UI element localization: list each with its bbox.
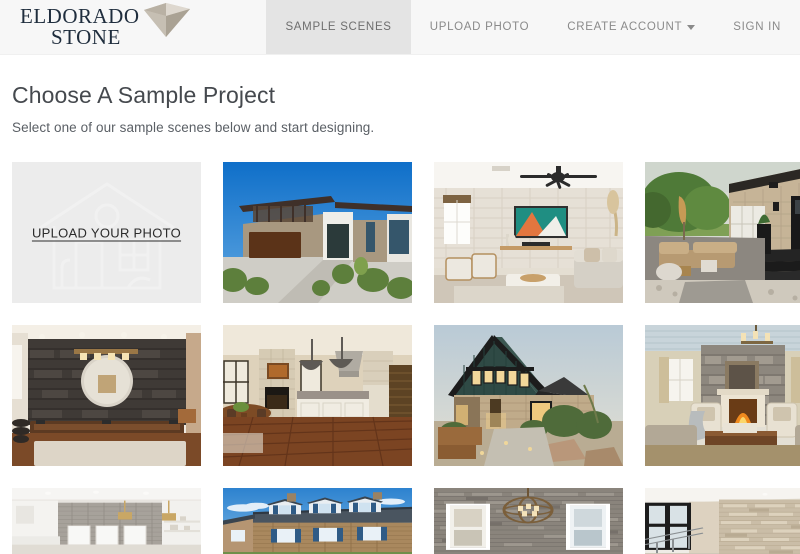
scene-image [12, 488, 201, 554]
brand-mark: ELDORADO STONE ® [20, 3, 190, 51]
gem-icon [144, 3, 190, 37]
scene-tile-dark-stone-game-room[interactable] [12, 325, 201, 466]
scene-image [223, 162, 412, 303]
scene-tile-open-kitchen-great-room[interactable] [223, 325, 412, 466]
nav-label-create-account: CREATE ACCOUNT [567, 21, 683, 33]
scene-grid: UPLOAD YOUR PHOTO [12, 162, 800, 554]
upload-your-photo-label: UPLOAD YOUR PHOTO [31, 225, 182, 240]
nav-item-upload-photo[interactable]: UPLOAD PHOTO [411, 0, 549, 54]
scene-tile-colonial-stone-house[interactable] [223, 488, 412, 554]
scene-tile-white-stone-living-room[interactable] [434, 162, 623, 303]
page-body: Choose A Sample Project Select one of ou… [0, 82, 800, 554]
scene-tile-gray-stone-dining-wall[interactable] [434, 488, 623, 554]
scene-tile-light-stone-entry-wall[interactable] [645, 488, 800, 554]
scene-tile-farmhouse-exterior-dusk[interactable] [434, 325, 623, 466]
site-header: ELDORADO STONE ® SAMPLE SCENES UPLOAD PH… [0, 0, 800, 55]
brand-logo[interactable]: ELDORADO STONE ® [0, 0, 190, 54]
scene-image [434, 488, 623, 554]
scene-tile-traditional-fireplace-room[interactable] [645, 325, 800, 466]
nav-label-upload-photo: UPLOAD PHOTO [429, 21, 530, 33]
scene-image [434, 162, 623, 303]
brand-word-eldorado: ELDORADO [20, 4, 140, 28]
scene-tile-modern-home-exterior[interactable] [223, 162, 412, 303]
nav-item-sign-in[interactable]: SIGN IN [714, 0, 800, 54]
nav-item-sample-scenes[interactable]: SAMPLE SCENES [266, 0, 411, 54]
nav-label-sign-in: SIGN IN [733, 21, 781, 33]
scene-image [645, 325, 800, 466]
chevron-down-icon [687, 24, 696, 30]
nav-item-create-account[interactable]: CREATE ACCOUNT [548, 0, 714, 54]
scene-tile-stone-patio-exterior[interactable] [645, 162, 800, 303]
page-subtitle: Select one of our sample scenes below an… [12, 120, 375, 135]
scene-image [223, 325, 412, 466]
scene-image [434, 325, 623, 466]
brand-word-stone: STONE [51, 25, 121, 49]
nav-label-sample-scenes: SAMPLE SCENES [285, 21, 392, 33]
scene-tile-gray-brick-kitchen[interactable] [12, 488, 201, 554]
scene-image [12, 325, 201, 466]
page-title: Choose A Sample Project [12, 82, 276, 108]
scene-image [645, 162, 800, 303]
main-nav: SAMPLE SCENES UPLOAD PHOTO CREATE ACCOUN… [266, 0, 800, 54]
upload-your-photo-tile[interactable]: UPLOAD YOUR PHOTO [12, 162, 201, 303]
scene-image [223, 488, 412, 554]
scene-image [645, 488, 800, 554]
